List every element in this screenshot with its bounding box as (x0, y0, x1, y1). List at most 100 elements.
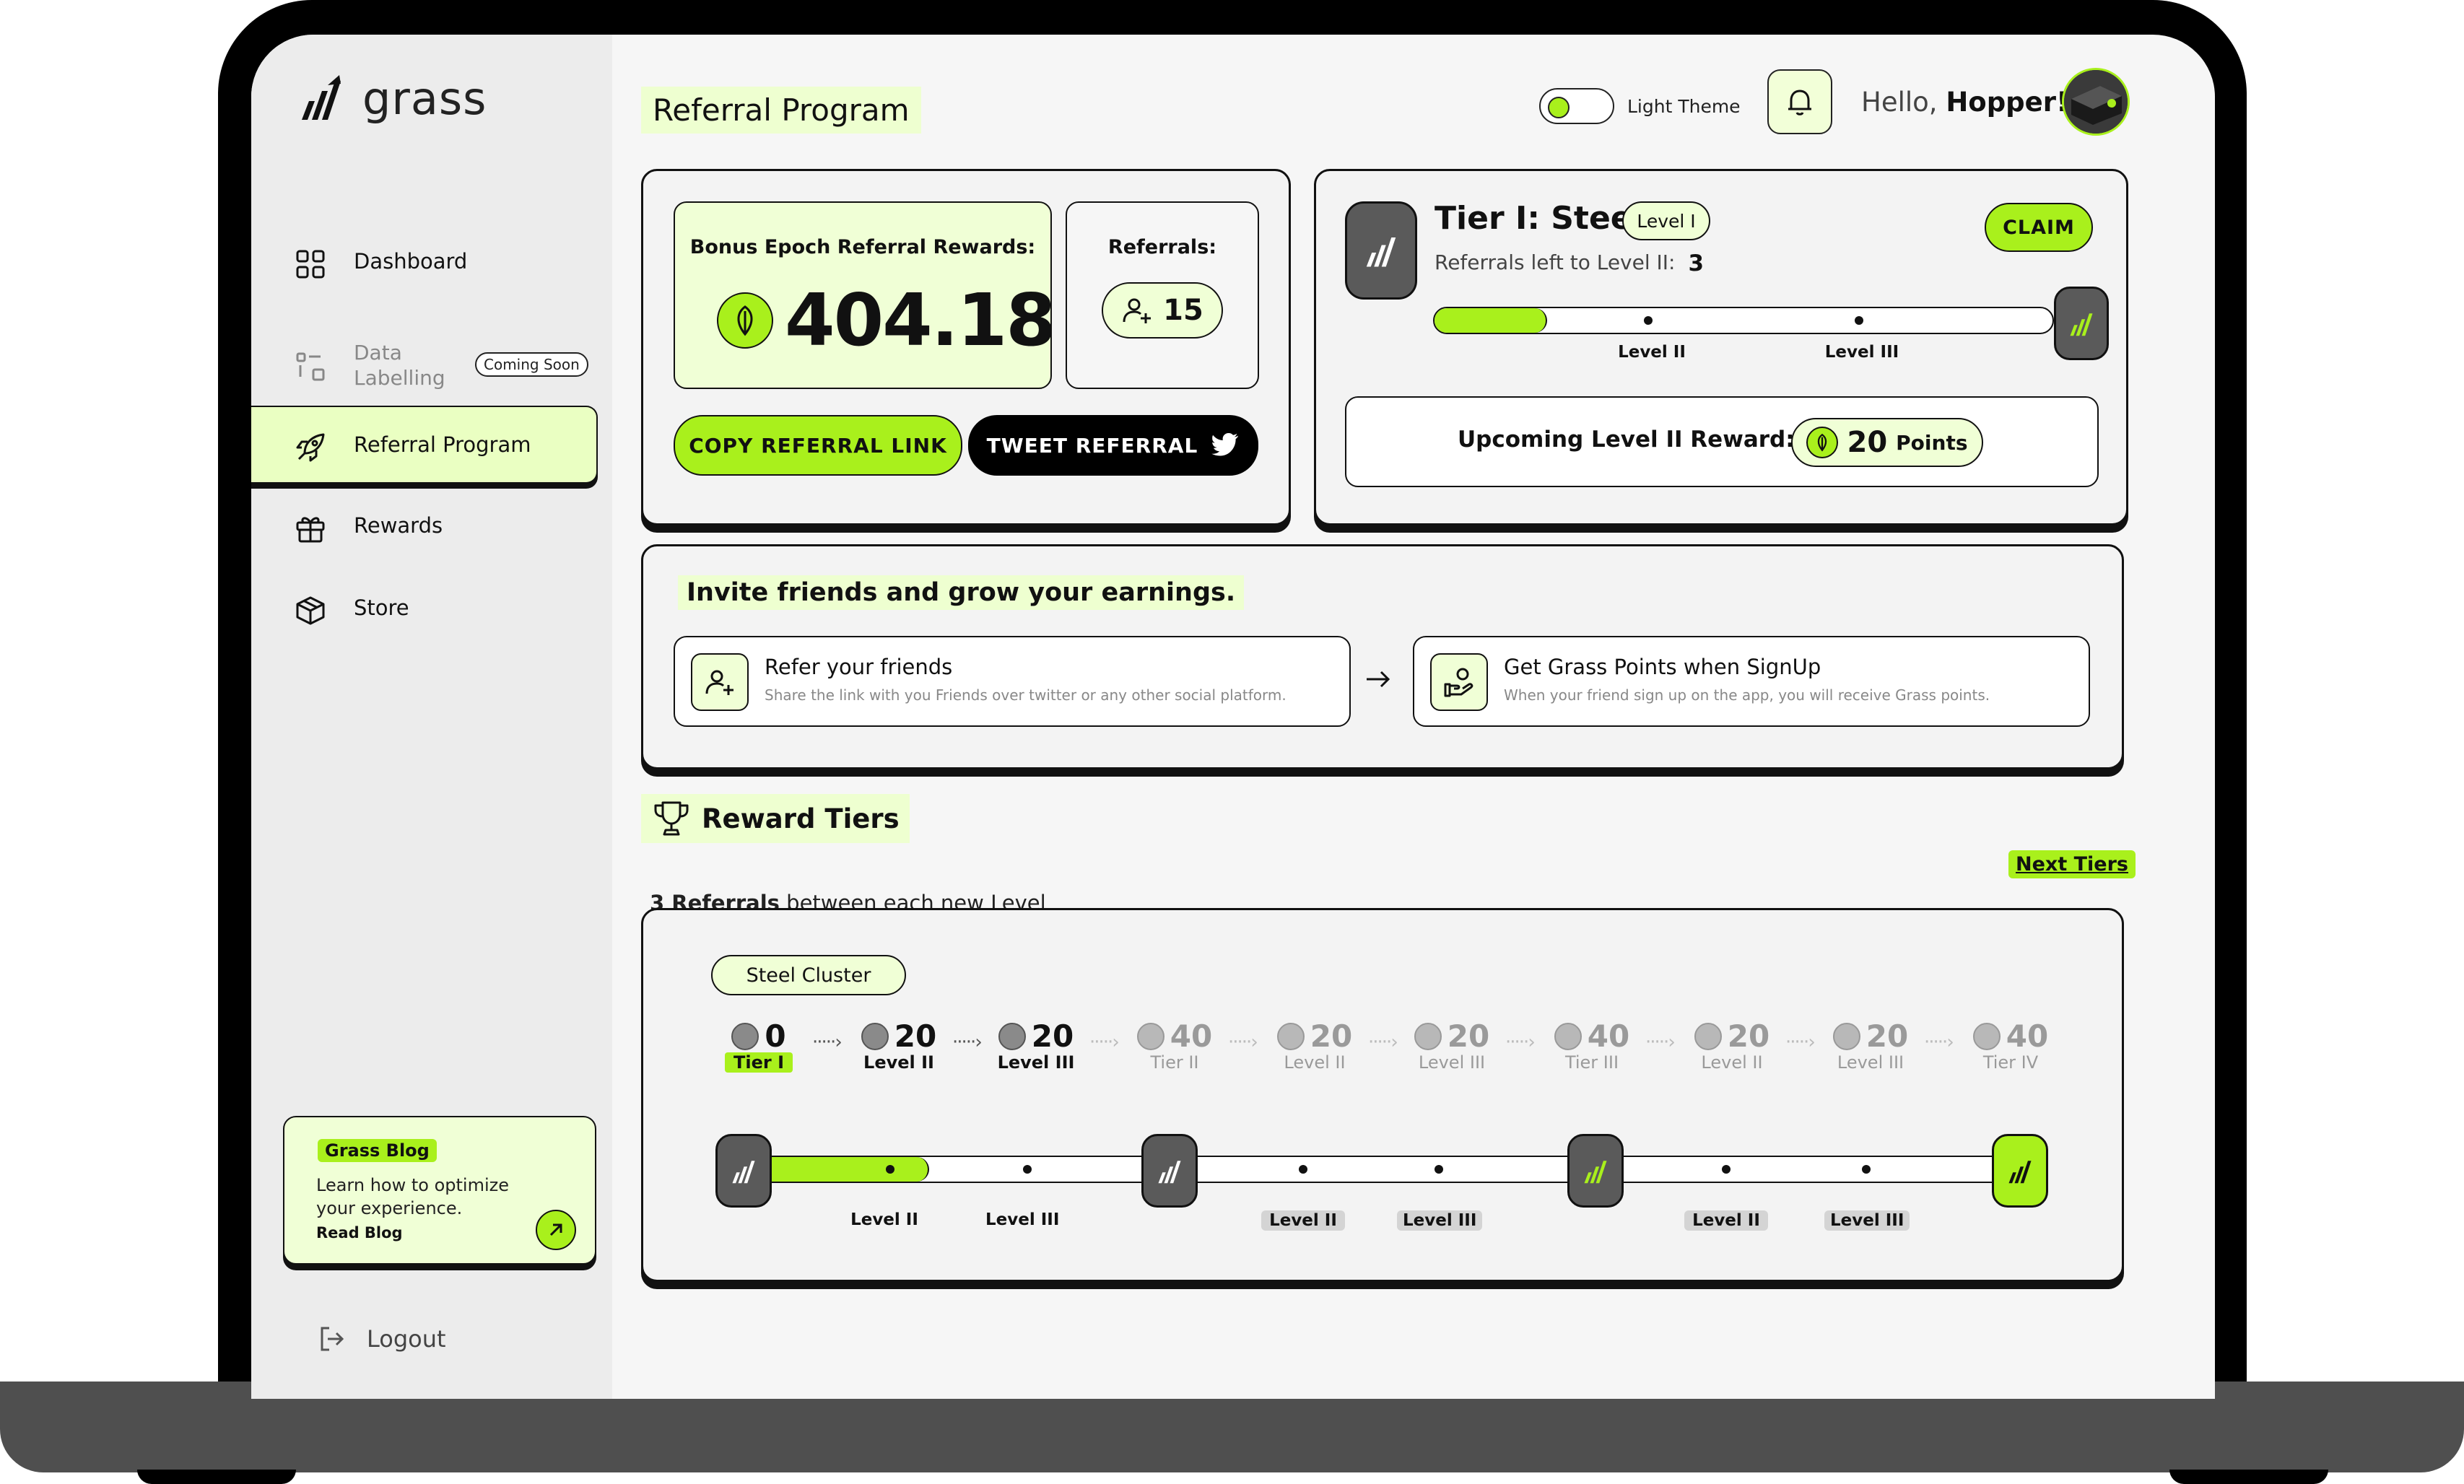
gift-icon (296, 517, 325, 543)
sidebar-item-label: Data Labelling (354, 341, 445, 390)
greeting-prefix: Hello, (1861, 87, 1938, 118)
claim-button[interactable]: CLAIM (1985, 203, 2093, 252)
logout-icon (321, 1327, 344, 1351)
theme-switch[interactable]: Light Theme (1539, 88, 1741, 124)
grass-coin-icon (998, 1022, 1026, 1050)
tier-step: 20 Level II (856, 1018, 942, 1073)
tweet-referral-label: TWEET REFERRAL (986, 433, 1198, 458)
sidebar-item-rewards[interactable]: Rewards (251, 488, 596, 563)
open-blog-button[interactable] (536, 1210, 576, 1250)
tier-step: 40 Tier II (1131, 1018, 1218, 1073)
grass-coin-icon (861, 1022, 889, 1050)
tier-step: 20 Level II (1689, 1018, 1775, 1073)
bonus-value: 404.18 (785, 278, 1056, 362)
avatar[interactable] (2062, 68, 2130, 136)
tier-progress-bar (1433, 307, 2054, 334)
tweet-referral-button[interactable]: TWEET REFERRAL (968, 415, 1258, 476)
step-title: Refer your friends (765, 655, 953, 679)
data-labelling-icon (296, 352, 325, 381)
bell-icon (1788, 90, 1811, 115)
upcoming-reward-pill: 20 Points (1791, 418, 1983, 467)
dotted-arrow-icon: ·····› (1645, 1031, 1676, 1053)
tier-medal (1141, 1134, 1198, 1208)
blog-card: Grass Blog Learn how to optimize your ex… (283, 1116, 596, 1265)
referrals-count: 15 (1163, 294, 1203, 327)
notifications-button[interactable] (1767, 69, 1832, 134)
bonus-value-row: 404.18 (717, 278, 1056, 362)
bonus-label: Bonus Epoch Referral Rewards: (689, 236, 1036, 258)
invite-step: Get Grass Points when SignUp When your f… (1413, 636, 2090, 727)
read-blog-link[interactable]: Read Blog (316, 1224, 403, 1241)
page-title: Referral Program (641, 87, 921, 134)
grass-tier-icon (1584, 1161, 1607, 1184)
dotted-arrow-icon: ·····› (1368, 1031, 1398, 1053)
track-level-label: Level II (1261, 1210, 1345, 1231)
dotted-arrow-icon: ·····› (812, 1031, 843, 1053)
track-level-label: Level III (1397, 1210, 1483, 1231)
dotted-arrow-icon: ·····› (1505, 1031, 1536, 1053)
grass-logo[interactable]: grass (296, 69, 487, 127)
tier-step-name: Level II (1284, 1052, 1346, 1073)
invite-step: Refer your friends Share the link with y… (674, 636, 1351, 727)
laptop-foot (2169, 1470, 2328, 1484)
logout-button[interactable]: Logout (316, 1324, 446, 1354)
sidebar: grass Dashboard Data Labelling Coming So… (251, 35, 612, 1399)
tier-step-name: Level III (1837, 1052, 1904, 1073)
tier-title: Tier I: Steel (1435, 200, 1643, 237)
level-marker-dot (1722, 1165, 1731, 1174)
tier-step-value: 40 (1587, 1018, 1630, 1054)
reward-tiers-title: Reward Tiers (702, 803, 900, 834)
referrals-count-pill: 15 (1102, 282, 1223, 339)
track-level-label: Level III (1824, 1210, 1910, 1231)
tier-step-name: Level II (863, 1052, 934, 1073)
avatar-image (2064, 70, 2128, 134)
theme-toggle[interactable] (1539, 88, 1614, 124)
tier-step-value: 20 (894, 1018, 937, 1054)
step-description: Share the link with you Friends over twi… (765, 686, 1287, 704)
tier-step-value: 40 (2006, 1018, 2049, 1054)
bonus-rewards-box: Bonus Epoch Referral Rewards: 404.18 (674, 201, 1056, 389)
sidebar-item-dashboard[interactable]: Dashboard (251, 224, 596, 299)
tiers-progress-track (744, 1156, 2047, 1183)
dotted-arrow-icon: ·····› (952, 1031, 983, 1053)
referrals-box: Referrals: 15 (1066, 201, 1259, 389)
toggle-knob (1548, 97, 1570, 118)
sidebar-item-data-labelling[interactable]: Data Labelling Coming Soon (251, 322, 596, 409)
bonus-card: Bonus Epoch Referral Rewards: 404.18 Ref… (641, 169, 1291, 525)
tier-step-value: 20 (1727, 1018, 1770, 1054)
sidebar-item-label: Dashboard (354, 249, 468, 274)
app-screen: grass Dashboard Data Labelling Coming So… (251, 35, 2215, 1399)
grass-tier-icon (732, 1161, 755, 1184)
blog-tag: Grass Blog (318, 1139, 437, 1162)
tier-step-name: Tier I (725, 1052, 793, 1073)
tier-step-value: 40 (1170, 1018, 1213, 1054)
tier-medal (1992, 1134, 2048, 1208)
grass-coin-icon (1276, 1022, 1305, 1050)
tier-step-name: Level III (1418, 1052, 1486, 1073)
grass-coin-icon (731, 1022, 759, 1050)
sidebar-item-store[interactable]: Store (251, 570, 596, 645)
reward-tiers-heading: Reward Tiers (641, 794, 910, 843)
sidebar-item-label: Rewards (354, 513, 443, 538)
upcoming-reward-box: Upcoming Level II Reward: 20 Points (1345, 396, 2099, 487)
next-tiers-link[interactable]: Next Tiers (2008, 850, 2136, 878)
user-name: Hopper! (1946, 87, 2068, 118)
referrals-left-value: 3 (1688, 250, 1705, 276)
dotted-arrow-icon: ·····› (1924, 1031, 1954, 1053)
tier-step-name: Level II (1701, 1052, 1763, 1073)
tier-progress-fill (1435, 308, 1548, 333)
invite-card: Invite friends and grow your earnings. R… (641, 544, 2124, 769)
referrals-left: Referrals left to Level II: 3 (1435, 250, 1704, 276)
tier-step: 0 Tier I (715, 1018, 802, 1073)
dotted-arrow-icon: ·····› (1089, 1031, 1120, 1053)
main-content: Referral Program Light Theme Hello, Hopp… (612, 35, 2215, 1399)
invite-title: Invite friends and grow your earnings. (678, 575, 1245, 610)
grid-icon (296, 250, 325, 279)
level-marker-dot (1644, 316, 1653, 325)
referrals-label: Referrals: (1107, 236, 1217, 258)
tier-step: 20 Level III (993, 1018, 1079, 1073)
sidebar-item-referral-program[interactable]: Referral Program (251, 406, 598, 484)
copy-referral-link-button[interactable]: COPY REFERRAL LINK (674, 415, 962, 476)
track-level-label: Level II (1684, 1210, 1768, 1231)
grass-tier-icon (2008, 1161, 2032, 1184)
